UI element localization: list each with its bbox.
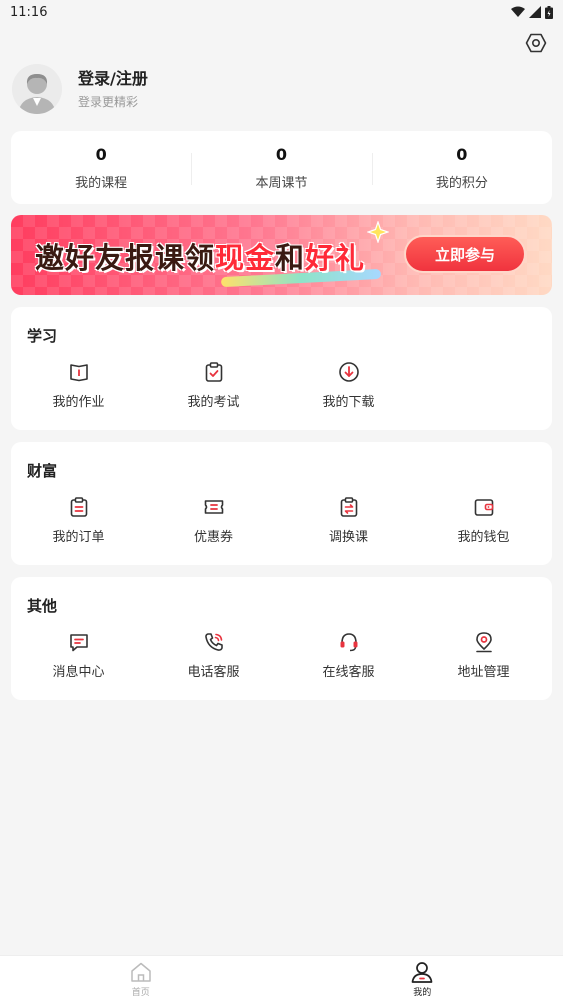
wallet-icon	[473, 496, 495, 518]
default-avatar-icon	[12, 64, 62, 114]
stat-label: 我的积分	[372, 172, 552, 191]
menu-item-homework[interactable]: 我的作业	[11, 361, 146, 410]
settings-icon	[525, 32, 547, 54]
status-bar: 11:16	[0, 0, 563, 24]
menu-item-orders[interactable]: 我的订单	[11, 496, 146, 545]
wifi-icon	[511, 6, 525, 18]
section-title: 财富	[27, 460, 57, 481]
menu-item-address[interactable]: 地址管理	[416, 631, 551, 680]
settings-button[interactable]	[525, 32, 547, 54]
menu-item-label: 优惠券	[146, 526, 281, 545]
menu-item-label: 电话客服	[146, 661, 281, 680]
location-icon	[473, 631, 495, 653]
phone-icon	[203, 631, 225, 653]
coupon-icon	[203, 496, 225, 518]
battery-icon	[545, 6, 553, 19]
tab-profile[interactable]: 我的	[282, 956, 563, 1002]
profile-icon	[410, 961, 434, 983]
banner-text-highlight1: 现金	[215, 241, 275, 275]
homework-icon	[68, 361, 90, 383]
stat-label: 我的课程	[11, 172, 191, 191]
avatar[interactable]	[12, 64, 62, 114]
status-icons	[511, 6, 553, 19]
invite-banner[interactable]: 邀好友报课领现金和好礼 立即参与	[11, 215, 552, 295]
menu-item-label: 我的下载	[281, 391, 416, 410]
stat-week-lessons[interactable]: 0 本周课节	[191, 145, 371, 191]
banner-text-part2: 和	[275, 241, 305, 275]
tab-home[interactable]: 首页	[0, 956, 282, 1002]
menu-item-label: 地址管理	[416, 661, 551, 680]
menu-item-swap-course[interactable]: 调换课	[281, 496, 416, 545]
bottom-tab-bar: 首页 我的	[0, 955, 563, 1002]
stats-card: 0 我的课程 0 本周课节 0 我的积分	[11, 131, 552, 204]
menu-item-coupons[interactable]: 优惠券	[146, 496, 281, 545]
stat-value: 0	[372, 145, 552, 164]
stat-my-points[interactable]: 0 我的积分	[372, 145, 552, 191]
tab-label: 首页	[132, 985, 150, 998]
sparkle-icon	[367, 221, 389, 243]
menu-item-wallet[interactable]: 我的钱包	[416, 496, 551, 545]
section-other: 其他 消息中心 电话客服 在线客服	[11, 577, 552, 700]
menu-item-label: 在线客服	[281, 661, 416, 680]
menu-item-label: 调换课	[281, 526, 416, 545]
stat-value: 0	[11, 145, 191, 164]
headset-icon	[338, 631, 360, 653]
order-icon	[68, 496, 90, 518]
signal-icon	[529, 6, 541, 18]
login-title[interactable]: 登录/注册	[78, 68, 148, 90]
section-study: 学习 我的作业 我的考试 我的下载	[11, 307, 552, 430]
section-title: 学习	[27, 325, 57, 346]
menu-item-messages[interactable]: 消息中心	[11, 631, 146, 680]
login-subtitle: 登录更精彩	[78, 93, 148, 110]
banner-headline: 邀好友报课领现金和好礼	[35, 235, 365, 277]
stat-my-courses[interactable]: 0 我的课程	[11, 145, 191, 191]
menu-item-online-support[interactable]: 在线客服	[281, 631, 416, 680]
swap-course-icon	[338, 496, 360, 518]
banner-text-highlight2: 好礼	[305, 241, 365, 275]
section-title: 其他	[27, 595, 57, 616]
status-time: 11:16	[10, 5, 47, 20]
menu-item-download[interactable]: 我的下载	[281, 361, 416, 410]
menu-item-label: 我的考试	[146, 391, 281, 410]
menu-item-phone-support[interactable]: 电话客服	[146, 631, 281, 680]
menu-item-label: 我的钱包	[416, 526, 551, 545]
message-icon	[68, 631, 90, 653]
banner-text-part1: 邀好友报课领	[35, 241, 215, 275]
section-wealth: 财富 我的订单 优惠券 调	[11, 442, 552, 565]
tab-label: 我的	[413, 985, 431, 998]
stat-label: 本周课节	[191, 172, 371, 191]
stat-value: 0	[191, 145, 371, 164]
home-icon	[129, 961, 153, 983]
login-profile[interactable]: 登录/注册 登录更精彩	[12, 64, 148, 114]
exam-icon	[203, 361, 225, 383]
menu-item-exam[interactable]: 我的考试	[146, 361, 281, 410]
menu-item-label: 消息中心	[11, 661, 146, 680]
menu-item-label: 我的作业	[11, 391, 146, 410]
menu-item-label: 我的订单	[11, 526, 146, 545]
download-icon	[338, 361, 360, 383]
join-now-button[interactable]: 立即参与	[404, 235, 526, 273]
